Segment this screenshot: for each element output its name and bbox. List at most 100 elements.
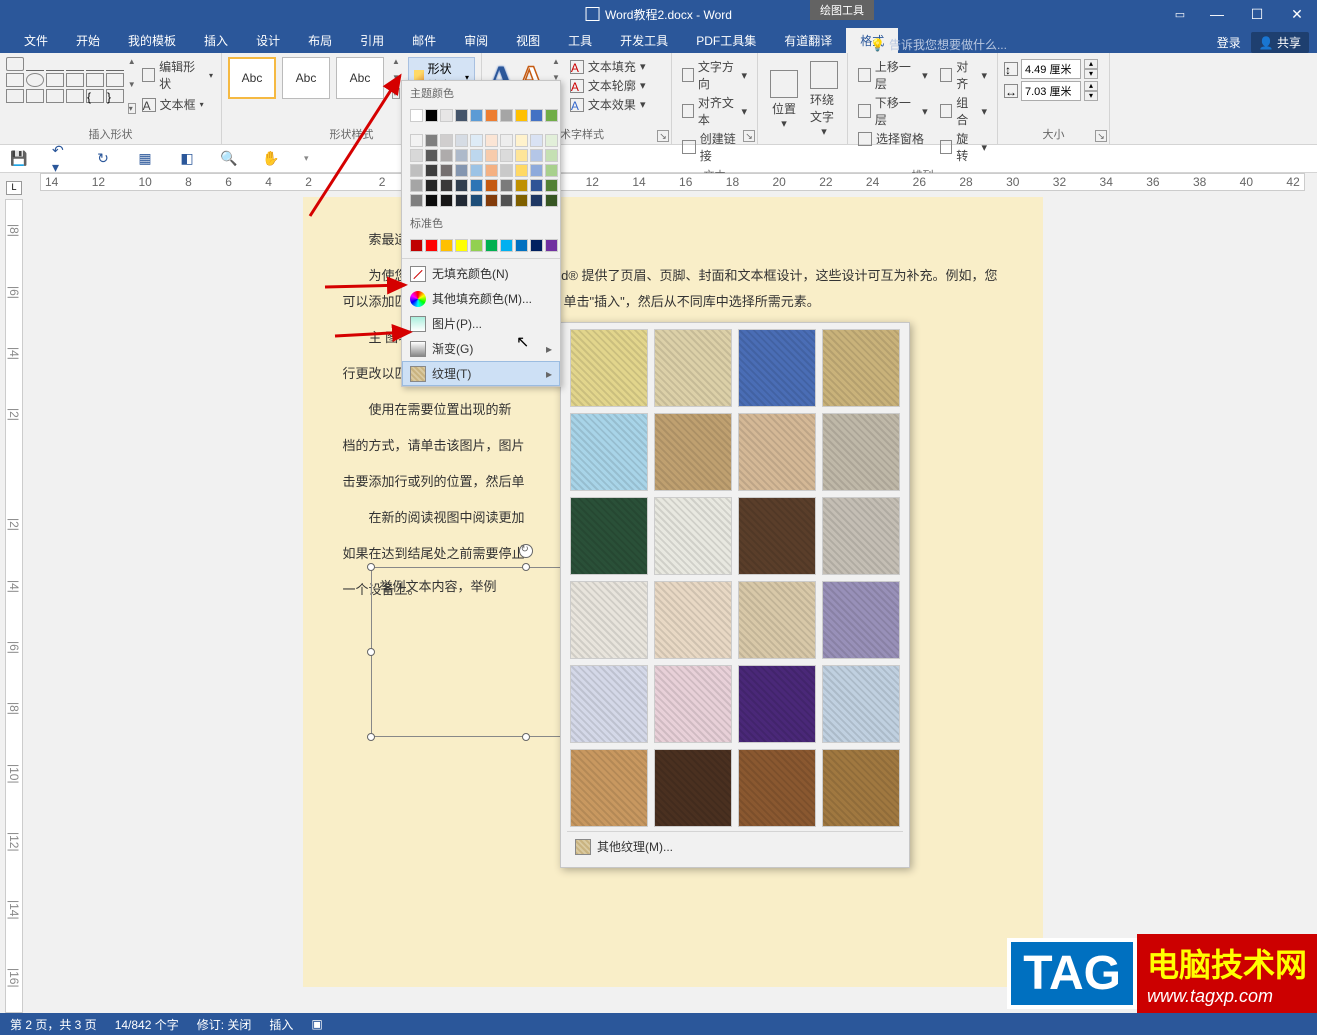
color-swatch[interactable] bbox=[500, 149, 513, 162]
texture-swatch[interactable] bbox=[822, 413, 900, 491]
tab-references[interactable]: 引用 bbox=[346, 28, 398, 53]
resize-handle[interactable] bbox=[367, 733, 375, 741]
color-swatch[interactable] bbox=[425, 134, 438, 147]
width-down[interactable]: ▾ bbox=[1084, 91, 1098, 101]
texture-swatch[interactable] bbox=[738, 581, 816, 659]
color-swatch[interactable] bbox=[410, 164, 423, 177]
tab-translate[interactable]: 有道翻译 bbox=[770, 28, 846, 53]
create-link-button[interactable]: 创建链接 bbox=[678, 129, 751, 165]
color-swatch[interactable] bbox=[545, 109, 558, 122]
color-swatch[interactable] bbox=[455, 149, 468, 162]
texture-swatch[interactable] bbox=[654, 497, 732, 575]
color-swatch[interactable] bbox=[545, 149, 558, 162]
color-swatch[interactable] bbox=[455, 134, 468, 147]
redo-icon[interactable]: ↻ bbox=[94, 150, 112, 168]
texture-swatch[interactable] bbox=[654, 665, 732, 743]
color-swatch[interactable] bbox=[440, 239, 453, 252]
tab-selector[interactable]: L bbox=[6, 181, 22, 195]
word-count[interactable]: 14/842 个字 bbox=[115, 1016, 179, 1033]
minimize-button[interactable]: — bbox=[1197, 0, 1237, 28]
color-swatch[interactable] bbox=[410, 149, 423, 162]
color-swatch[interactable] bbox=[530, 149, 543, 162]
texture-swatch[interactable] bbox=[654, 413, 732, 491]
color-swatch[interactable] bbox=[515, 239, 528, 252]
color-swatch[interactable] bbox=[515, 109, 528, 122]
texture-swatch[interactable] bbox=[654, 581, 732, 659]
shapes-gallery[interactable]: {} bbox=[6, 57, 126, 114]
tab-file[interactable]: 文件 bbox=[10, 28, 62, 53]
tab-review[interactable]: 审阅 bbox=[450, 28, 502, 53]
resize-handle[interactable] bbox=[367, 648, 375, 656]
texture-swatch[interactable] bbox=[738, 497, 816, 575]
save-icon[interactable]: 💾 bbox=[10, 150, 28, 168]
color-swatch[interactable] bbox=[410, 179, 423, 192]
qat-icon-6[interactable]: 🔍 bbox=[220, 150, 238, 168]
color-swatch[interactable] bbox=[455, 179, 468, 192]
color-swatch[interactable] bbox=[410, 109, 423, 122]
texture-swatch[interactable] bbox=[822, 665, 900, 743]
color-swatch[interactable] bbox=[470, 194, 483, 207]
close-button[interactable]: ✕ bbox=[1277, 0, 1317, 28]
text-direction-button[interactable]: 文字方向 ▾ bbox=[678, 57, 751, 93]
color-swatch[interactable] bbox=[410, 239, 423, 252]
height-input[interactable] bbox=[1021, 59, 1081, 79]
color-swatch[interactable] bbox=[440, 164, 453, 177]
tab-templates[interactable]: 我的模板 bbox=[114, 28, 190, 53]
edit-shape-button[interactable]: 编辑形状 ▾ bbox=[140, 57, 215, 93]
position-button[interactable]: 位置▾ bbox=[764, 57, 804, 142]
color-swatch[interactable] bbox=[530, 194, 543, 207]
texture-swatch[interactable] bbox=[570, 581, 648, 659]
insert-mode[interactable]: 插入 bbox=[269, 1016, 293, 1033]
color-swatch[interactable] bbox=[485, 134, 498, 147]
color-swatch[interactable] bbox=[440, 134, 453, 147]
more-colors-item[interactable]: 其他填充颜色(M)... bbox=[402, 286, 560, 311]
color-swatch[interactable] bbox=[410, 134, 423, 147]
proofing-status[interactable]: 修订: 关闭 bbox=[197, 1016, 252, 1033]
texture-swatch[interactable] bbox=[654, 749, 732, 827]
texture-swatch[interactable] bbox=[570, 497, 648, 575]
color-swatch[interactable] bbox=[530, 134, 543, 147]
tab-pdf[interactable]: PDF工具集 bbox=[682, 28, 770, 53]
color-swatch[interactable] bbox=[410, 194, 423, 207]
bring-forward-button[interactable]: 上移一层 ▾ bbox=[854, 57, 932, 93]
texture-swatch[interactable] bbox=[822, 497, 900, 575]
height-down[interactable]: ▾ bbox=[1084, 69, 1098, 79]
color-swatch[interactable] bbox=[455, 239, 468, 252]
texture-swatch[interactable] bbox=[738, 749, 816, 827]
tab-design[interactable]: 设计 bbox=[242, 28, 294, 53]
qat-icon-7[interactable]: ✋ bbox=[262, 150, 280, 168]
color-swatch[interactable] bbox=[545, 164, 558, 177]
text-effects-button[interactable]: A文本效果 ▾ bbox=[566, 95, 650, 114]
color-swatch[interactable] bbox=[440, 109, 453, 122]
maximize-button[interactable]: ☐ bbox=[1237, 0, 1277, 28]
color-swatch[interactable] bbox=[485, 149, 498, 162]
page-indicator[interactable]: 第 2 页，共 3 页 bbox=[10, 1016, 97, 1033]
qat-icon-4[interactable]: ▦ bbox=[136, 150, 154, 168]
width-up[interactable]: ▴ bbox=[1084, 81, 1098, 91]
color-swatch[interactable] bbox=[515, 134, 528, 147]
share-button[interactable]: 👤 共享 bbox=[1251, 32, 1309, 53]
rotate-handle[interactable] bbox=[519, 544, 533, 558]
color-swatch[interactable] bbox=[470, 239, 483, 252]
ribbon-options-icon[interactable]: ▭ bbox=[1163, 0, 1197, 28]
tab-insert[interactable]: 插入 bbox=[190, 28, 242, 53]
color-swatch[interactable] bbox=[500, 109, 513, 122]
color-swatch[interactable] bbox=[425, 149, 438, 162]
text-launcher[interactable]: ↘ bbox=[743, 130, 755, 142]
color-swatch[interactable] bbox=[470, 149, 483, 162]
color-swatch[interactable] bbox=[455, 164, 468, 177]
color-swatch[interactable] bbox=[425, 179, 438, 192]
align-text-button[interactable]: 对齐文本 ▾ bbox=[678, 93, 751, 129]
color-swatch[interactable] bbox=[485, 194, 498, 207]
color-swatch[interactable] bbox=[485, 164, 498, 177]
color-swatch[interactable] bbox=[440, 149, 453, 162]
color-swatch[interactable] bbox=[545, 194, 558, 207]
more-textures-item[interactable]: 其他纹理(M)... bbox=[567, 831, 903, 861]
tab-developer[interactable]: 开发工具 bbox=[606, 28, 682, 53]
texture-swatch[interactable] bbox=[654, 329, 732, 407]
tab-home[interactable]: 开始 bbox=[62, 28, 114, 53]
color-swatch[interactable] bbox=[545, 134, 558, 147]
texture-swatch[interactable] bbox=[822, 329, 900, 407]
color-swatch[interactable] bbox=[455, 194, 468, 207]
color-swatch[interactable] bbox=[455, 109, 468, 122]
